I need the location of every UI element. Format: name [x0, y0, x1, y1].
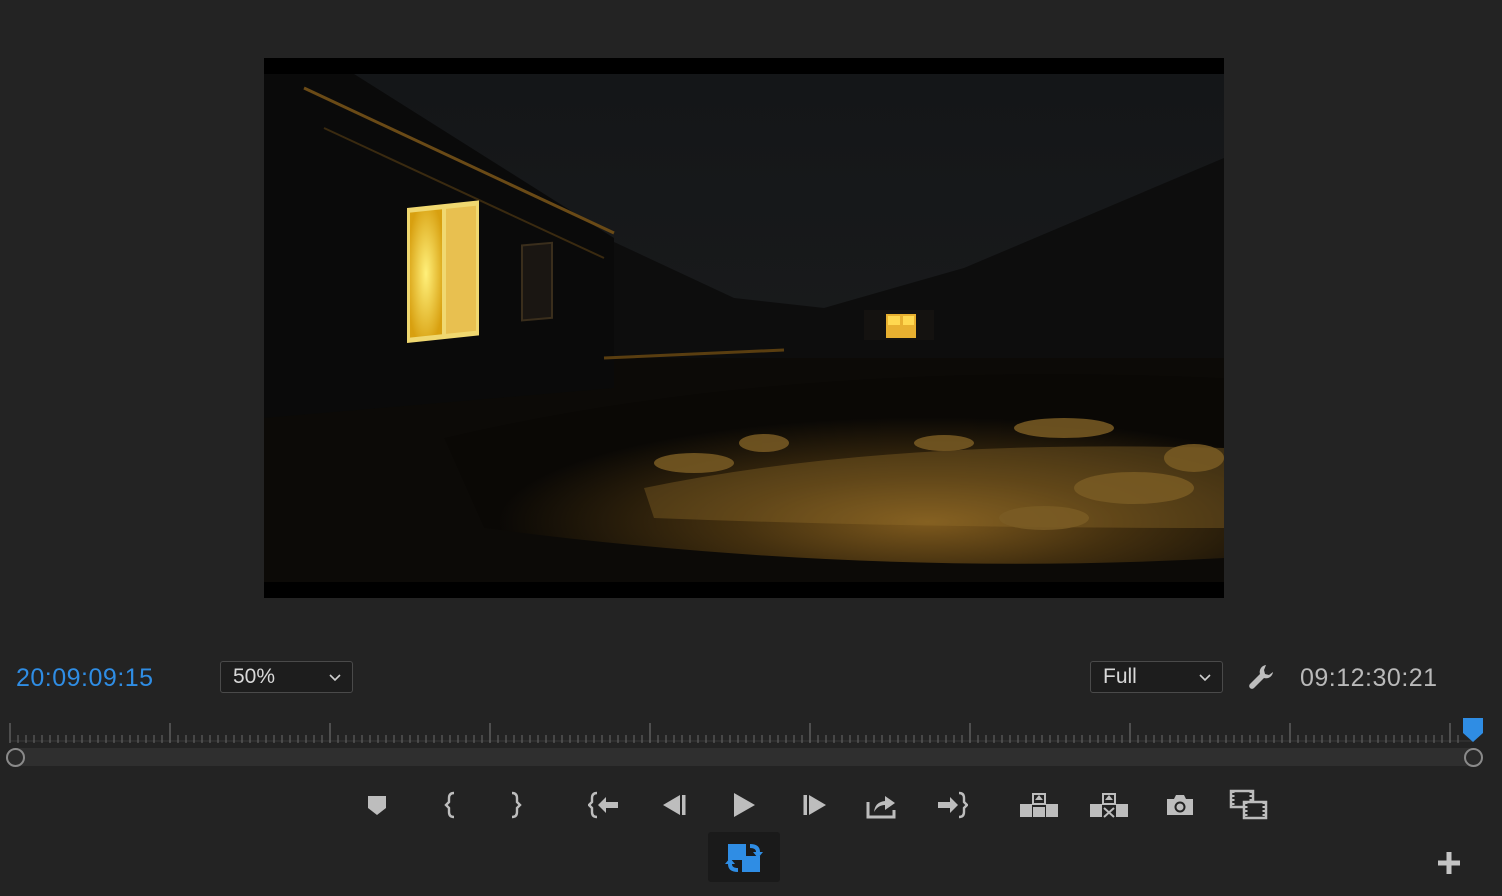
mark-out-icon: [511, 791, 522, 819]
lift-icon: [1020, 793, 1058, 817]
mark-in-icon: [444, 791, 455, 819]
go-to-out-button[interactable]: [934, 787, 970, 823]
go-to-out-icon: [938, 791, 968, 819]
loop-icon: [725, 844, 763, 872]
go-to-in-icon: [588, 791, 618, 819]
step-forward-icon: [803, 795, 826, 815]
export-frame-button[interactable]: [1162, 787, 1198, 823]
wrench-icon[interactable]: [1247, 662, 1277, 692]
extract-icon: [1090, 793, 1128, 818]
export-icon: [866, 796, 896, 819]
playback-resolution-dropdown[interactable]: Full: [1090, 661, 1223, 693]
go-to-in-button[interactable]: [586, 787, 622, 823]
playback-resolution-value: Full: [1103, 665, 1137, 688]
chevron-down-icon: [329, 674, 341, 682]
comparison-view-icon: [1229, 789, 1268, 820]
mark-out-button[interactable]: [497, 787, 533, 823]
time-ruler[interactable]: [0, 715, 1502, 747]
video-frame-image: [264, 58, 1224, 598]
scrollbar-left-handle[interactable]: [6, 748, 25, 767]
chevron-down-icon: [1199, 674, 1211, 682]
playhead-indicator[interactable]: [1462, 717, 1484, 743]
zoom-level-dropdown[interactable]: 50%: [220, 661, 353, 693]
play-button[interactable]: [725, 787, 761, 823]
play-icon: [734, 793, 755, 817]
lift-button[interactable]: [1019, 787, 1059, 823]
zoom-scrollbar[interactable]: [8, 748, 1480, 766]
step-back-button[interactable]: [656, 787, 692, 823]
current-timecode[interactable]: 20:09:09:15: [16, 664, 154, 693]
mark-in-button[interactable]: [433, 787, 469, 823]
loop-playback-button[interactable]: [708, 832, 780, 882]
program-monitor-frame: [264, 58, 1224, 598]
add-marker-button[interactable]: [359, 787, 395, 823]
duration-timecode: 09:12:30:21: [1300, 664, 1438, 692]
step-forward-button[interactable]: [797, 787, 833, 823]
comparison-view-button[interactable]: [1228, 787, 1270, 823]
extract-button[interactable]: [1089, 787, 1129, 823]
zoom-level-value: 50%: [233, 665, 276, 688]
plus-icon[interactable]: [1436, 850, 1462, 876]
camera-icon: [1167, 795, 1193, 815]
export-button[interactable]: [864, 787, 900, 823]
step-back-icon: [663, 795, 686, 815]
scrollbar-right-handle[interactable]: [1464, 748, 1483, 767]
marker-icon: [368, 796, 386, 815]
